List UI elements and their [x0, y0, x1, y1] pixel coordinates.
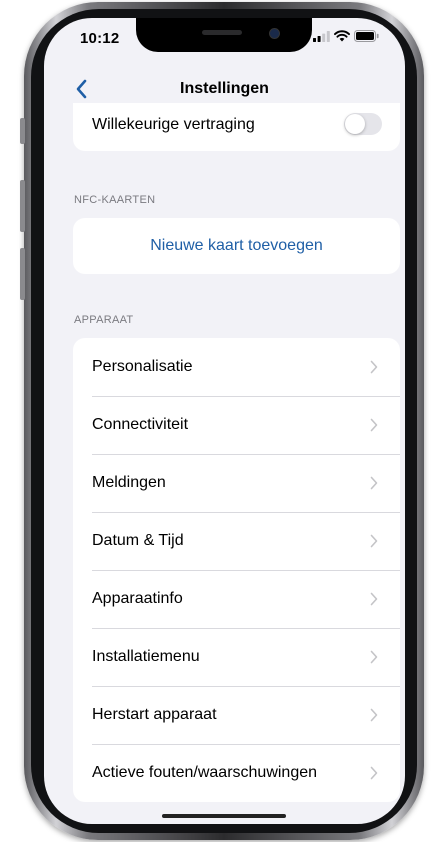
device-section-header: APPARAAT	[74, 314, 134, 326]
speaker	[202, 30, 242, 35]
list-item-herstart-apparaat[interactable]: Herstart apparaat	[73, 686, 400, 744]
chevron-right-icon	[370, 708, 378, 722]
page-title: Instellingen	[180, 80, 269, 97]
nfc-section-header: NFC-KAARTEN	[74, 194, 156, 206]
chevron-right-icon	[370, 476, 378, 490]
chevron-right-icon	[370, 534, 378, 548]
battery-icon	[354, 30, 379, 42]
list-item-installatiemenu[interactable]: Installatiemenu	[73, 628, 400, 686]
chevron-right-icon	[370, 418, 378, 432]
list-item-label: Installatiemenu	[92, 648, 200, 665]
list-item-apparaatinfo[interactable]: Apparaatinfo	[73, 570, 400, 628]
random-delay-card: Willekeurige vertraging	[73, 103, 400, 151]
chevron-right-icon	[370, 650, 378, 664]
chevron-right-icon	[370, 766, 378, 780]
list-item-label: Datum & Tijd	[92, 532, 184, 549]
list-item-label: Apparaatinfo	[92, 590, 183, 607]
add-card-button[interactable]: Nieuwe kaart toevoegen	[73, 218, 400, 274]
random-delay-toggle[interactable]	[344, 113, 382, 135]
list-item-label: Actieve fouten/waarschuwingen	[92, 764, 318, 781]
status-time: 10:12	[80, 30, 120, 47]
random-delay-label: Willekeurige vertraging	[92, 116, 255, 133]
front-camera	[269, 28, 280, 39]
list-item-actieve-fouten[interactable]: Actieve fouten/waarschuwingen	[73, 744, 400, 802]
add-card-label: Nieuwe kaart toevoegen	[150, 237, 323, 254]
list-item-label: Herstart apparaat	[92, 706, 217, 723]
device-settings-list: Personalisatie Connectiviteit Meldingen …	[73, 338, 400, 802]
list-item-meldingen[interactable]: Meldingen	[73, 454, 400, 512]
list-item-label: Meldingen	[92, 474, 166, 491]
mute-switch	[20, 118, 25, 144]
toggle-knob	[345, 114, 365, 134]
chevron-right-icon	[370, 592, 378, 606]
list-item-personalisatie[interactable]: Personalisatie	[73, 338, 400, 396]
list-item-label: Personalisatie	[92, 358, 193, 375]
list-item-label: Connectiviteit	[92, 416, 189, 433]
phone-screen: 10:12 Instellingen Willekeurige vertragi…	[44, 18, 405, 824]
volume-up-button	[20, 180, 25, 232]
cellular-signal-icon	[313, 30, 330, 42]
wifi-icon	[334, 30, 350, 42]
home-indicator	[162, 814, 286, 818]
list-item-datum-tijd[interactable]: Datum & Tijd	[73, 512, 400, 570]
status-icons	[313, 30, 379, 42]
notch	[136, 18, 312, 52]
list-item-connectiviteit[interactable]: Connectiviteit	[73, 396, 400, 454]
chevron-right-icon	[370, 360, 378, 374]
volume-down-button	[20, 248, 25, 300]
